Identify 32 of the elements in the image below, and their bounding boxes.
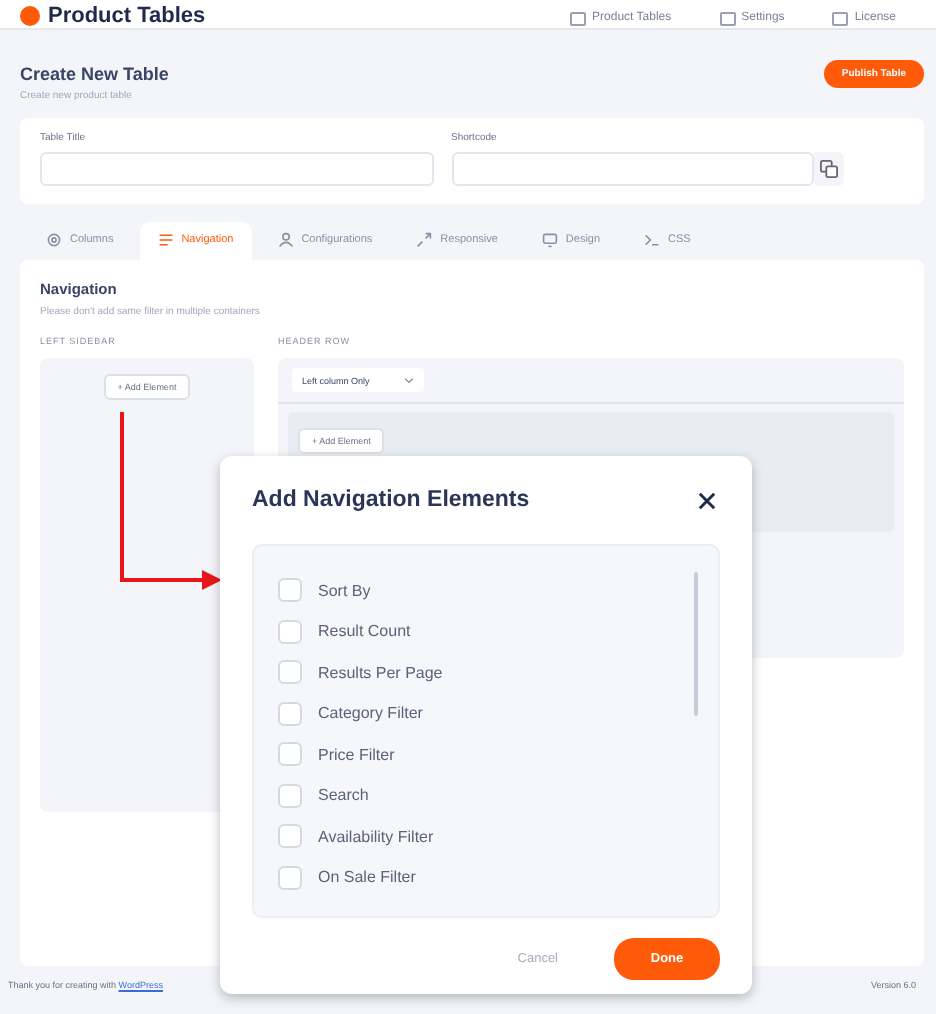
checkbox[interactable] <box>278 660 302 685</box>
option-label: Price Filter <box>318 745 395 764</box>
option-label: Results Per Page <box>318 663 443 682</box>
person-icon <box>277 232 294 248</box>
option-label: Sort By <box>318 581 371 600</box>
expand-icon <box>416 232 433 248</box>
chevron-down-icon <box>404 377 414 383</box>
logo-icon <box>20 6 40 26</box>
checkbox[interactable] <box>278 783 302 808</box>
checkbox[interactable] <box>278 742 302 767</box>
page-title: Create New Table <box>20 64 169 84</box>
app-title: Product Tables <box>48 4 206 28</box>
copy-icon <box>820 160 838 178</box>
checkbox[interactable] <box>278 865 302 890</box>
checkbox[interactable] <box>278 824 302 849</box>
option-label: Availability Filter <box>318 827 434 846</box>
option-label: Result Count <box>318 622 411 641</box>
checkbox[interactable] <box>278 619 302 644</box>
modal-title: Add Navigation Elements <box>252 488 530 512</box>
scrollbar[interactable] <box>694 572 698 716</box>
option-label: Search <box>318 786 369 805</box>
terminal-icon <box>644 232 661 248</box>
option-label: On Sale Filter <box>318 868 416 887</box>
input-field[interactable] <box>451 152 814 186</box>
monitor-icon <box>541 232 558 248</box>
option-label: Category Filter <box>318 704 423 723</box>
checkbox[interactable] <box>278 701 302 726</box>
copy-button[interactable] <box>814 152 844 186</box>
input-field[interactable] <box>40 152 433 186</box>
checkbox[interactable] <box>278 578 302 603</box>
close-icon[interactable] <box>698 491 716 509</box>
menu-icon <box>157 232 174 248</box>
